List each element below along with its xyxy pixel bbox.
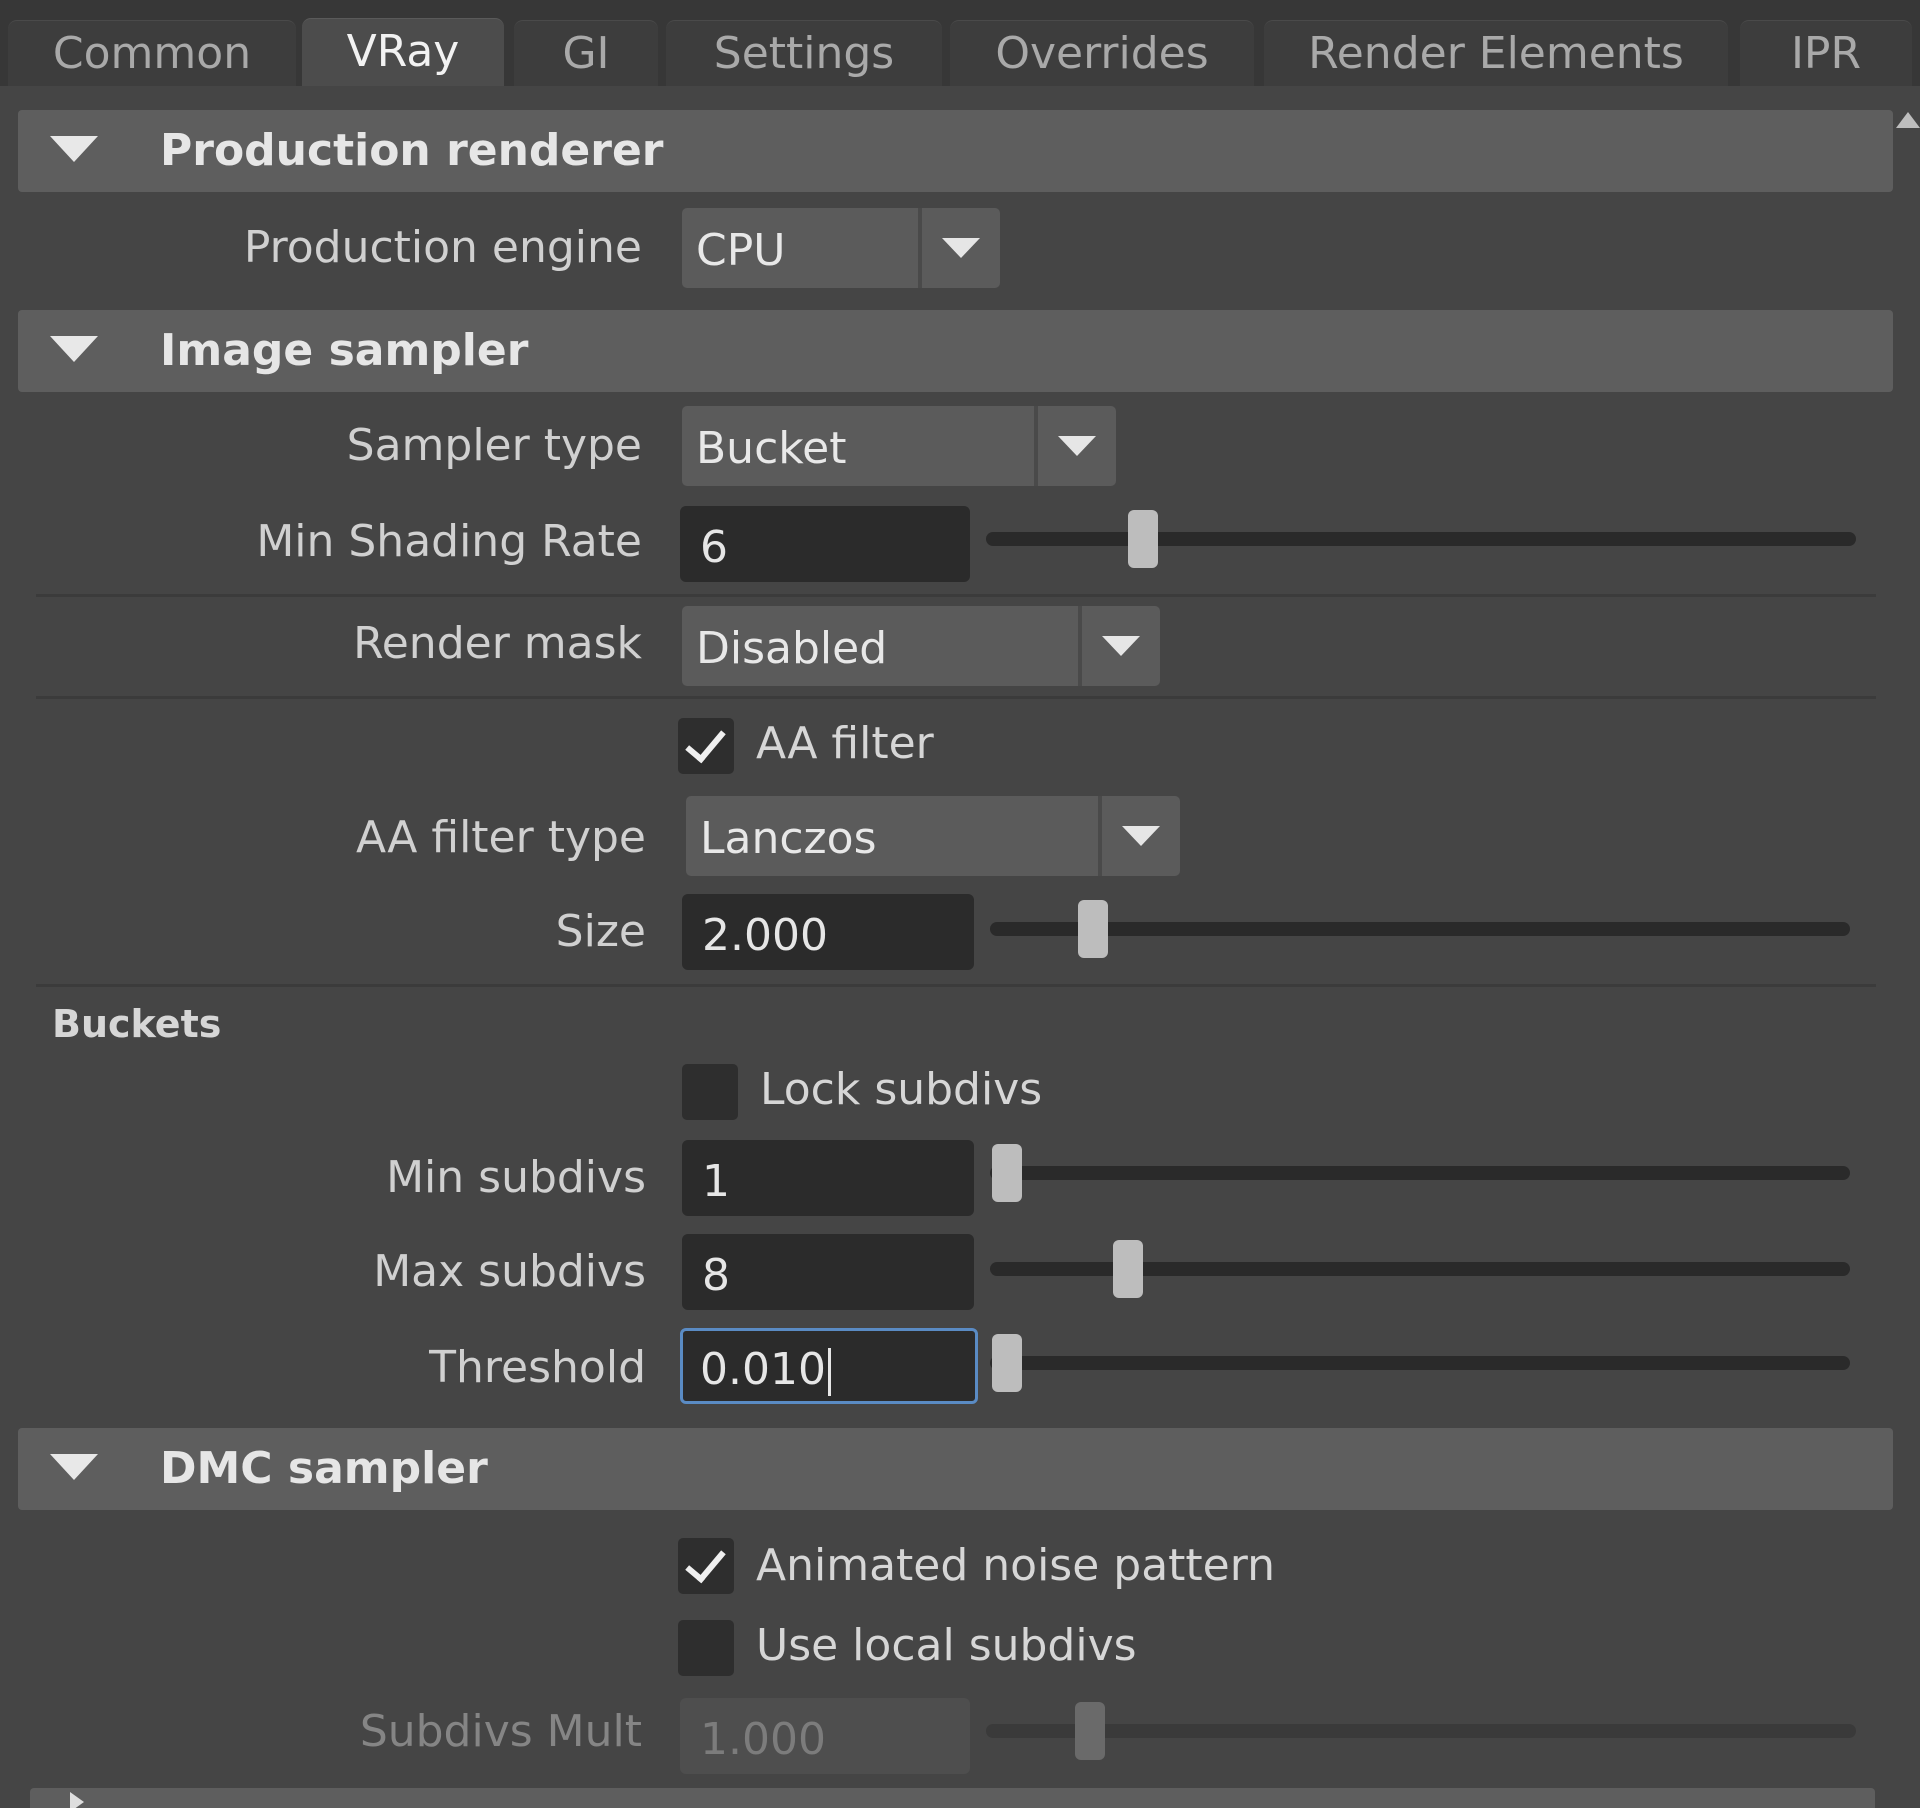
sampler-type-label: Sampler type <box>346 420 642 471</box>
tab-gi[interactable]: GI <box>514 20 658 86</box>
threshold-value: 0.010 <box>700 1344 826 1395</box>
min-shading-rate-slider[interactable] <box>986 510 1856 568</box>
min-shading-rate-label: Min Shading Rate <box>256 516 642 567</box>
section-header-production-renderer[interactable]: Production renderer <box>18 110 1893 192</box>
collapse-triangle-icon <box>50 336 98 362</box>
render-settings-window: Common VRay GI Settings Overrides Render… <box>0 0 1920 1808</box>
size-slider[interactable] <box>990 900 1850 958</box>
text-caret <box>827 1348 831 1396</box>
tab-settings[interactable]: Settings <box>666 20 942 86</box>
min-subdivs-slider[interactable] <box>990 1144 1850 1202</box>
tab-common[interactable]: Common <box>8 20 296 86</box>
slider-handle[interactable] <box>1078 900 1109 958</box>
section-header-image-sampler[interactable]: Image sampler <box>18 310 1893 392</box>
checkmark-icon <box>685 720 726 764</box>
threshold-field[interactable]: 0.010 <box>680 1328 978 1404</box>
lock-subdivs-checkbox[interactable] <box>682 1064 738 1120</box>
threshold-slider[interactable] <box>990 1334 1850 1392</box>
slider-handle[interactable] <box>1127 510 1158 568</box>
aa-filter-type-value: Lanczos <box>700 813 877 864</box>
lock-subdivs-label[interactable]: Lock subdivs <box>760 1064 1042 1115</box>
subdivs-mult-slider <box>986 1702 1856 1760</box>
divider <box>36 696 1876 699</box>
subdivs-mult-field: 1.000 <box>680 1698 970 1774</box>
checkmark-icon <box>685 1540 726 1584</box>
chevron-down-icon <box>1122 826 1160 846</box>
slider-handle[interactable] <box>1112 1240 1143 1298</box>
tab-ipr[interactable]: IPR <box>1740 20 1912 86</box>
tab-render-elements[interactable]: Render Elements <box>1264 20 1728 86</box>
min-shading-rate-field[interactable]: 6 <box>680 506 970 582</box>
divider <box>36 984 1876 987</box>
size-label: Size <box>555 906 646 957</box>
max-subdivs-field[interactable]: 8 <box>682 1234 974 1310</box>
section-header-dmc-sampler[interactable]: DMC sampler <box>18 1428 1893 1510</box>
animated-noise-checkbox[interactable] <box>678 1538 734 1594</box>
render-mask-value: Disabled <box>696 623 888 674</box>
use-local-subdivs-label[interactable]: Use local subdivs <box>756 1620 1137 1671</box>
scroll-up-arrow-icon[interactable] <box>1896 112 1920 128</box>
production-engine-label: Production engine <box>243 222 642 273</box>
next-section-header[interactable] <box>30 1788 1875 1808</box>
max-subdivs-slider[interactable] <box>990 1240 1850 1298</box>
chevron-down-icon <box>942 238 980 258</box>
slider-handle[interactable] <box>992 1144 1023 1202</box>
tab-bar: Common VRay GI Settings Overrides Render… <box>0 0 1920 88</box>
aa-filter-label[interactable]: AA filter <box>756 718 934 769</box>
slider-handle[interactable] <box>992 1334 1023 1392</box>
production-engine-value: CPU <box>696 225 786 276</box>
render-mask-dropdown[interactable]: Disabled <box>682 606 1160 686</box>
production-engine-dropdown[interactable]: CPU <box>682 208 1000 288</box>
min-subdivs-label: Min subdivs <box>386 1152 646 1203</box>
expand-triangle-icon <box>70 1792 84 1808</box>
threshold-label: Threshold <box>429 1342 646 1393</box>
aa-filter-type-dropdown[interactable]: Lanczos <box>686 796 1180 876</box>
section-title: Production renderer <box>160 125 664 176</box>
max-subdivs-label: Max subdivs <box>373 1246 646 1297</box>
collapse-triangle-icon <box>50 1454 98 1480</box>
sampler-type-dropdown[interactable]: Bucket <box>682 406 1116 486</box>
aa-filter-checkbox[interactable] <box>678 718 734 774</box>
subdivs-mult-label: Subdivs Mult <box>359 1706 642 1757</box>
section-title: Image sampler <box>160 325 529 376</box>
use-local-subdivs-checkbox[interactable] <box>678 1620 734 1676</box>
min-subdivs-field[interactable]: 1 <box>682 1140 974 1216</box>
chevron-down-icon <box>1102 636 1140 656</box>
tab-overrides[interactable]: Overrides <box>950 20 1254 86</box>
buckets-group-label: Buckets <box>52 1002 222 1046</box>
size-field[interactable]: 2.000 <box>682 894 974 970</box>
slider-handle <box>1075 1702 1106 1760</box>
sampler-type-value: Bucket <box>696 423 847 474</box>
collapse-triangle-icon <box>50 136 98 162</box>
chevron-down-icon <box>1058 436 1096 456</box>
animated-noise-label[interactable]: Animated noise pattern <box>756 1540 1275 1591</box>
tab-vray[interactable]: VRay <box>302 18 504 88</box>
aa-filter-type-label: AA filter type <box>355 812 646 863</box>
section-title: DMC sampler <box>160 1443 488 1494</box>
divider <box>36 594 1876 597</box>
render-mask-label: Render mask <box>353 618 642 669</box>
